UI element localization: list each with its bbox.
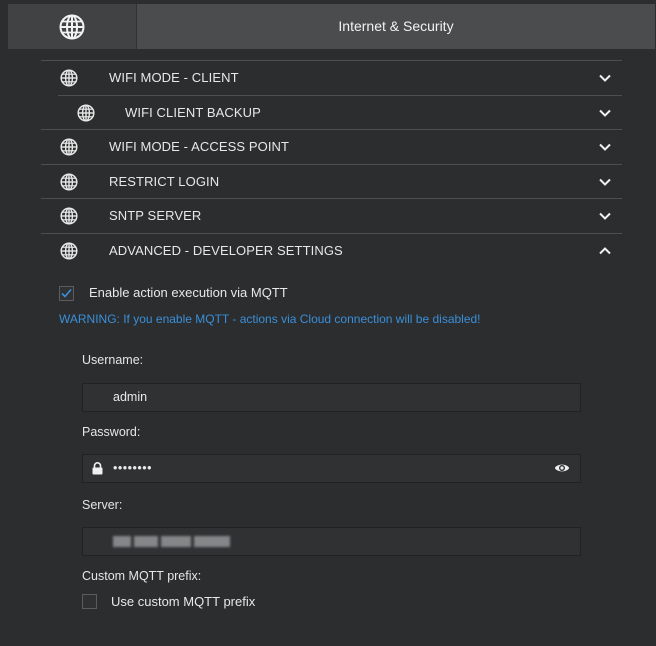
chevron-down-icon[interactable] [598,106,612,120]
chevron-down-icon[interactable] [598,175,612,189]
username-input[interactable]: admin [82,383,581,412]
password-input[interactable]: •••••••• [82,454,581,483]
section-label: WIFI MODE - CLIENT [109,70,239,85]
section-sntp-server[interactable]: SNTP SERVER [41,198,622,233]
checkmark-icon [61,288,72,298]
server-input[interactable] [82,527,581,556]
chevron-up-icon[interactable] [598,244,612,258]
section-label: WIFI CLIENT BACKUP [125,105,261,120]
section-label: RESTRICT LOGIN [109,174,220,189]
section-wifi-mode-client[interactable]: WIFI MODE - CLIENT [41,60,622,95]
use-custom-prefix-checkbox[interactable] [82,594,97,609]
server-value-redacted [113,536,230,547]
username-value: admin [113,390,148,404]
section-restrict-login[interactable]: RESTRICT LOGIN [41,164,622,199]
section-advanced-developer-settings[interactable]: ADVANCED - DEVELOPER SETTINGS [41,233,622,268]
globe-icon [60,242,78,260]
custom-prefix-label: Custom MQTT prefix: [82,569,202,583]
mqtt-warning-text: WARNING: If you enable MQTT - actions vi… [59,312,481,326]
globe-icon [60,173,78,191]
section-label: SNTP SERVER [109,208,202,223]
section-label: ADVANCED - DEVELOPER SETTINGS [109,243,343,258]
section-wifi-mode-access-point[interactable]: WIFI MODE - ACCESS POINT [41,129,622,164]
globe-icon [77,104,95,122]
mqtt-enable-label: Enable action execution via MQTT [89,285,288,300]
globe-icon [60,69,78,87]
eye-icon[interactable] [554,462,570,474]
password-label: Password: [82,425,141,439]
chevron-down-icon[interactable] [598,209,612,223]
globe-icon [60,138,78,156]
section-label: WIFI MODE - ACCESS POINT [109,139,290,154]
mqtt-enable-checkbox[interactable] [59,286,74,301]
use-custom-prefix-label: Use custom MQTT prefix [111,594,256,609]
page-title: Internet & Security [338,18,454,34]
lock-icon [92,462,103,475]
section-wifi-client-backup[interactable]: WIFI CLIENT BACKUP [58,95,622,130]
globe-icon [60,207,78,225]
header-icon-box[interactable] [8,4,137,49]
server-label: Server: [82,498,123,512]
header-bar: Internet & Security [8,4,655,49]
chevron-down-icon[interactable] [598,140,612,154]
username-label: Username: [82,353,144,367]
globe-icon [59,14,85,39]
password-value: •••••••• [113,461,153,475]
chevron-down-icon[interactable] [598,71,612,85]
